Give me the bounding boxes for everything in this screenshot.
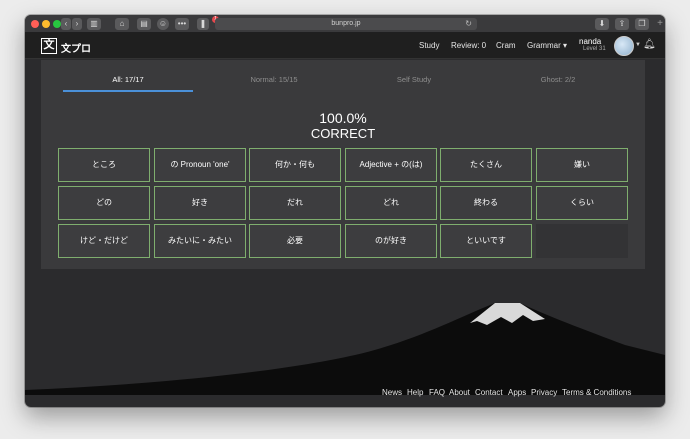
download-icon[interactable]: ⬇ [595, 18, 609, 30]
grammar-card[interactable]: の Pronoun 'one' [154, 148, 246, 182]
grammar-card[interactable]: 好き [154, 186, 246, 220]
empty-grid-slot [536, 224, 628, 258]
back-icon[interactable]: ‹ [61, 18, 71, 30]
footer-faq[interactable]: FAQ [429, 388, 445, 397]
nav-review[interactable]: Review: 0 [451, 41, 486, 50]
result-status: CORRECT [310, 126, 376, 141]
grammar-card[interactable]: 何か・何も [249, 148, 341, 182]
footer-contact[interactable]: Contact [475, 388, 503, 397]
tab-all[interactable]: All: 17/17 [63, 75, 193, 84]
forward-icon[interactable]: › [72, 18, 82, 30]
grammar-card[interactable]: だれ [249, 186, 341, 220]
browser-window: ‹ › ▥ ⌂ ▤ ☺ ••• 1 ❚ bunpro.jp ↻ ⬇ ⇪ ❐ + … [25, 15, 665, 407]
grammar-card[interactable]: ところ [58, 148, 150, 182]
share-icon[interactable]: ⇪ [615, 18, 629, 30]
sidebar-icon[interactable]: ▥ [87, 18, 101, 30]
grammar-card[interactable]: どの [58, 186, 150, 220]
logo-text[interactable]: 文プロ [61, 40, 91, 55]
zoom-window-button[interactable] [53, 20, 61, 28]
reload-icon[interactable]: ↻ [465, 18, 472, 30]
translate-icon[interactable]: ❚ [197, 18, 209, 30]
user-level: Level 31 [583, 46, 606, 52]
nav-study[interactable]: Study [419, 41, 439, 50]
tab-ghost[interactable]: Ghost: 2/2 [493, 75, 623, 84]
footer-privacy[interactable]: Privacy [531, 388, 557, 397]
close-window-button[interactable] [31, 20, 39, 28]
grammar-card[interactable]: 嫌い [536, 148, 628, 182]
tabs-overview-icon[interactable]: ❐ [635, 18, 649, 30]
footer-about[interactable]: About [449, 388, 470, 397]
grammar-card[interactable]: くらい [536, 186, 628, 220]
site-navbar: 文 文プロ Study Review: 0 Cram Grammar ▾ nan… [25, 33, 665, 59]
grammar-card[interactable]: たくさん [440, 148, 532, 182]
footer-news[interactable]: News [382, 388, 402, 397]
url-text: bunpro.jp [331, 20, 361, 27]
grammar-card[interactable]: 終わる [440, 186, 532, 220]
footer-apps[interactable]: Apps [508, 388, 526, 397]
tab-self-study[interactable]: Self Study [349, 75, 479, 84]
grammar-card[interactable]: のが好き [345, 224, 437, 258]
tab-normal[interactable]: Normal: 15/15 [209, 75, 339, 84]
nav-cram[interactable]: Cram [496, 41, 516, 50]
home-icon[interactable]: ⌂ [115, 18, 129, 30]
password-icon[interactable]: ••• [175, 18, 189, 30]
bookmark-icon[interactable]: ▤ [137, 18, 151, 30]
footer-help[interactable]: Help [407, 388, 423, 397]
grammar-card[interactable]: といいです [440, 224, 532, 258]
grammar-card[interactable]: 必要 [249, 224, 341, 258]
grammar-card[interactable]: けど・だけど [58, 224, 150, 258]
grammar-grid: ところ の Pronoun 'one' 何か・何も Adjective + の(… [58, 148, 629, 259]
new-tab-icon[interactable]: + [657, 19, 663, 29]
bell-icon[interactable]: 🔔︎ [643, 39, 656, 50]
browser-toolbar: ‹ › ▥ ⌂ ▤ ☺ ••• 1 ❚ bunpro.jp ↻ ⬇ ⇪ ❐ + [25, 15, 665, 33]
avatar[interactable] [614, 36, 634, 56]
grammar-card[interactable]: どれ [345, 186, 437, 220]
grammar-card[interactable]: みたいに・みたい [154, 224, 246, 258]
footer-terms[interactable]: Terms & Conditions [562, 388, 631, 397]
user-name[interactable]: nanda [579, 37, 601, 46]
review-result-panel: All: 17/17 Normal: 15/15 Self Study Ghos… [41, 60, 645, 269]
chevron-down-icon[interactable]: ▼ [635, 42, 641, 48]
grammar-card[interactable]: Adjective + の(は) [345, 148, 437, 182]
address-bar[interactable]: bunpro.jp ↻ [215, 18, 477, 30]
nav-grammar[interactable]: Grammar ▾ [527, 41, 567, 50]
minimize-window-button[interactable] [42, 20, 50, 28]
mountain-background [25, 303, 665, 395]
extension-icon[interactable]: ☺ [157, 18, 169, 30]
logo-icon[interactable]: 文 [41, 38, 57, 54]
score-percentage: 100.0% [319, 110, 367, 126]
active-tab-indicator [63, 90, 193, 92]
